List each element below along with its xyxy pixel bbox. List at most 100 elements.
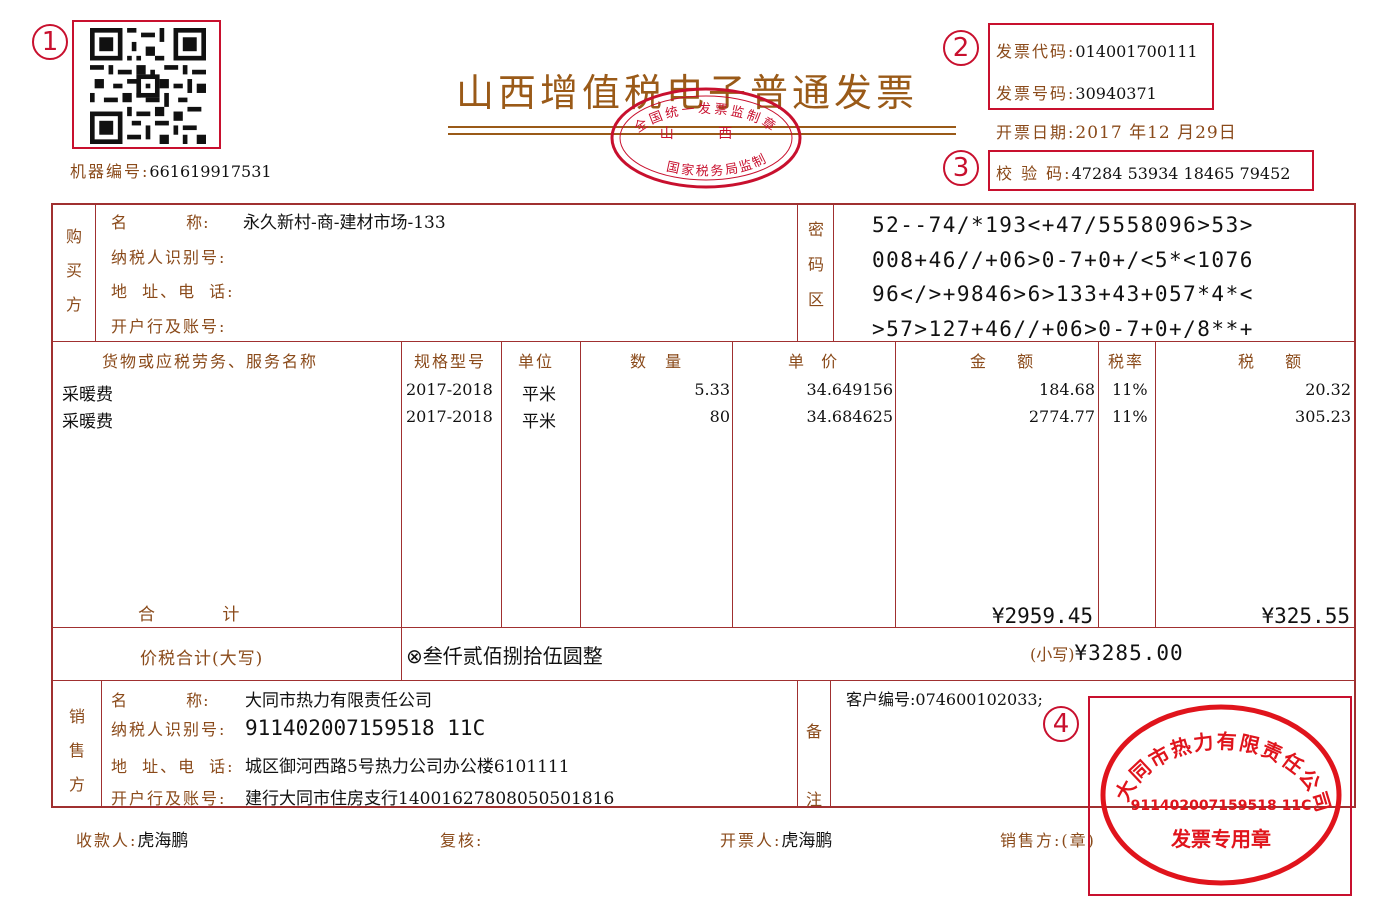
seller-address-label: 地 址、电 话: [111,757,235,776]
seller-stamp-label: 销售方:(章) [1000,831,1096,850]
buyer-taxid-label: 纳税人识别号: [111,248,227,267]
row-spec: 2017-2018 [406,380,493,399]
invoice-code-label: 发票代码: [996,42,1076,61]
header-rate: 税率 [1108,352,1145,371]
header-qty: 数 量 [630,352,684,371]
qr-code [90,28,206,144]
grand-total-words: ⊗叁仟贰佰捌拾伍圆整 [406,640,603,669]
row-qty: 80 [709,407,730,426]
total-amount: ¥2959.45 [991,604,1093,628]
remarks-section-label: 备注 [805,722,822,809]
cipher-line: 52--74/*193<+47/5558096>53> [872,213,1254,237]
svg-text:国家税务局监制: 国家税务局监制 [665,151,770,179]
remarks-label-divider [830,681,831,807]
seller-section-label: 销售方 [68,707,85,794]
table-row: 采暖费 2017-2018 平米 5.33 34.649156 184.68 1… [52,380,1355,408]
seller-address-value: 城区御河西路5号热力公司办公楼6101111 [245,757,570,777]
check-code-label: 校 验 码: [996,164,1072,183]
row-spec: 2017-2018 [406,407,493,426]
items-header: 货物或应税劳务、服务名称 规格型号 单位 数 量 单 价 金 额 税率 税 额 [52,348,1355,372]
row-rate: 11% [1112,407,1148,426]
buyer-section-label: 购买方 [65,227,82,314]
seller-taxid-value: 911402007159518 11C [245,716,486,740]
tax-bureau-seal: 全国统一发票监制章 山 西 国家税务局监制 [610,87,802,189]
buyer-address-label: 地 址、电 话: [111,282,235,301]
tax-seal-middle-text: 山 西 [660,126,752,142]
cipher-line: 008+46//+06>0-7+0+/<5*<1076 [872,247,1254,272]
row-amount: 184.68 [1039,380,1095,399]
drawer: 开票人:虎海鹏 [720,826,832,851]
company-seal: 大同市热力有限责任公司 911402007159518 11C 发票专用章 [1100,704,1342,886]
row-price: 34.649156 [806,380,893,399]
payee: 收款人:虎海鹏 [76,826,188,851]
header-price: 单 价 [788,352,840,371]
crossed-circle-icon: ⊗ [406,644,423,668]
company-seal-taxid: 911402007159518 11C [1131,798,1312,814]
seller-bank-value: 建行大同市住房支行14001627808050501816 [245,789,615,809]
row-name: 采暖费 [62,412,113,432]
buyer-name: 名 称: 永久新村-商-建材市场-133 [111,208,446,233]
row-tax: 20.32 [1305,380,1351,399]
company-seal-purpose: 发票专用章 [1170,827,1271,851]
row-rate: 11% [1112,380,1148,399]
buyer-label-divider [95,204,96,341]
grand-total-label: 价税合计(大写) [140,649,264,669]
cipher-label-divider [833,204,834,341]
invoice-number: 发票号码:30940371 [996,80,1157,104]
header-tax: 税 额 [1238,352,1304,371]
row-unit: 平米 [522,412,556,432]
seller-bank: 开户行及账号: 建行大同市住房支行14001627808050501816 [111,784,614,809]
check-code-value: 47284 53934 18465 79452 [1071,164,1291,183]
machine-number-label: 机器编号: [70,162,150,181]
grand-total-small-value: ¥3285.00 [1074,641,1184,665]
header-name: 货物或应税劳务、服务名称 [102,352,319,371]
invoice-number-label: 发票号码: [996,84,1076,103]
check-code: 校 验 码:47284 53934 18465 79452 [996,160,1290,184]
cipher-line: 96</>+9846>6>133+43+057*4*< [872,282,1254,306]
grand-total-divider [401,628,402,680]
grand-total-small: (小写)¥3285.00 [1030,641,1184,665]
payee-label: 收款人: [76,831,138,850]
remarks-text: 客户编号:074600102033; [846,690,1043,709]
seller-name-label: 名 称: [111,691,210,710]
marker-4: 4 [1043,706,1079,742]
drawer-label: 开票人: [720,831,782,850]
invoice-number-value: 30940371 [1075,84,1157,103]
buyer-name-value: 永久新村-商-建材市场-133 [243,213,446,233]
table-row: 采暖费 2017-2018 平米 80 34.684625 2774.77 11… [52,407,1355,435]
grand-total-small-label: (小写) [1030,645,1075,664]
issue-date: 开票日期:2017 年12 月29日 [996,118,1237,143]
reviewer-label: 复核: [440,831,484,850]
header-amount: 金 额 [970,352,1036,371]
row-qty: 5.33 [694,380,730,399]
drawer-value: 虎海鹏 [781,831,833,851]
total-label: 合 计 [138,605,240,625]
cipher-section-label: 密码区 [807,220,824,309]
header-unit: 单位 [518,352,555,371]
buyer-name-label: 名 称: [111,213,210,232]
payee-value: 虎海鹏 [137,831,189,851]
tax-seal-bottom-text: 国家税务局监制 [665,151,768,179]
marker-2: 2 [943,30,979,66]
cipher-text: 52--74/*193<+47/5558096>53> 008+46//+06>… [872,208,1254,346]
buyer-cipher-divider [797,204,798,341]
marker-3: 3 [943,150,979,186]
row-amount: 2774.77 [1028,407,1095,426]
seller-address: 地 址、电 话: 城区御河西路5号热力公司办公楼6101111 [111,752,570,777]
row-name: 采暖费 [62,385,113,405]
divider-total-bottom [52,680,1355,681]
invoice-code-value: 014001700111 [1075,42,1198,61]
header-spec: 规格型号 [414,352,487,371]
seller-remarks-divider [797,681,798,807]
total-tax: ¥325.55 [1261,604,1350,628]
issue-date-label: 开票日期: [996,123,1076,142]
grand-total-words-value: 叁仟贰佰捌拾伍圆整 [422,644,603,668]
row-price: 34.684625 [806,407,893,426]
issue-date-value: 2017 年12 月29日 [1075,123,1237,143]
seller-name: 名 称: 大同市热力有限责任公司 [111,686,432,711]
row-unit: 平米 [522,385,556,405]
seller-label-divider [101,681,102,807]
seller-taxid-label: 纳税人识别号: [111,720,227,739]
seller-taxid: 纳税人识别号: 911402007159518 11C [111,716,485,740]
seller-name-value: 大同市热力有限责任公司 [245,691,432,711]
